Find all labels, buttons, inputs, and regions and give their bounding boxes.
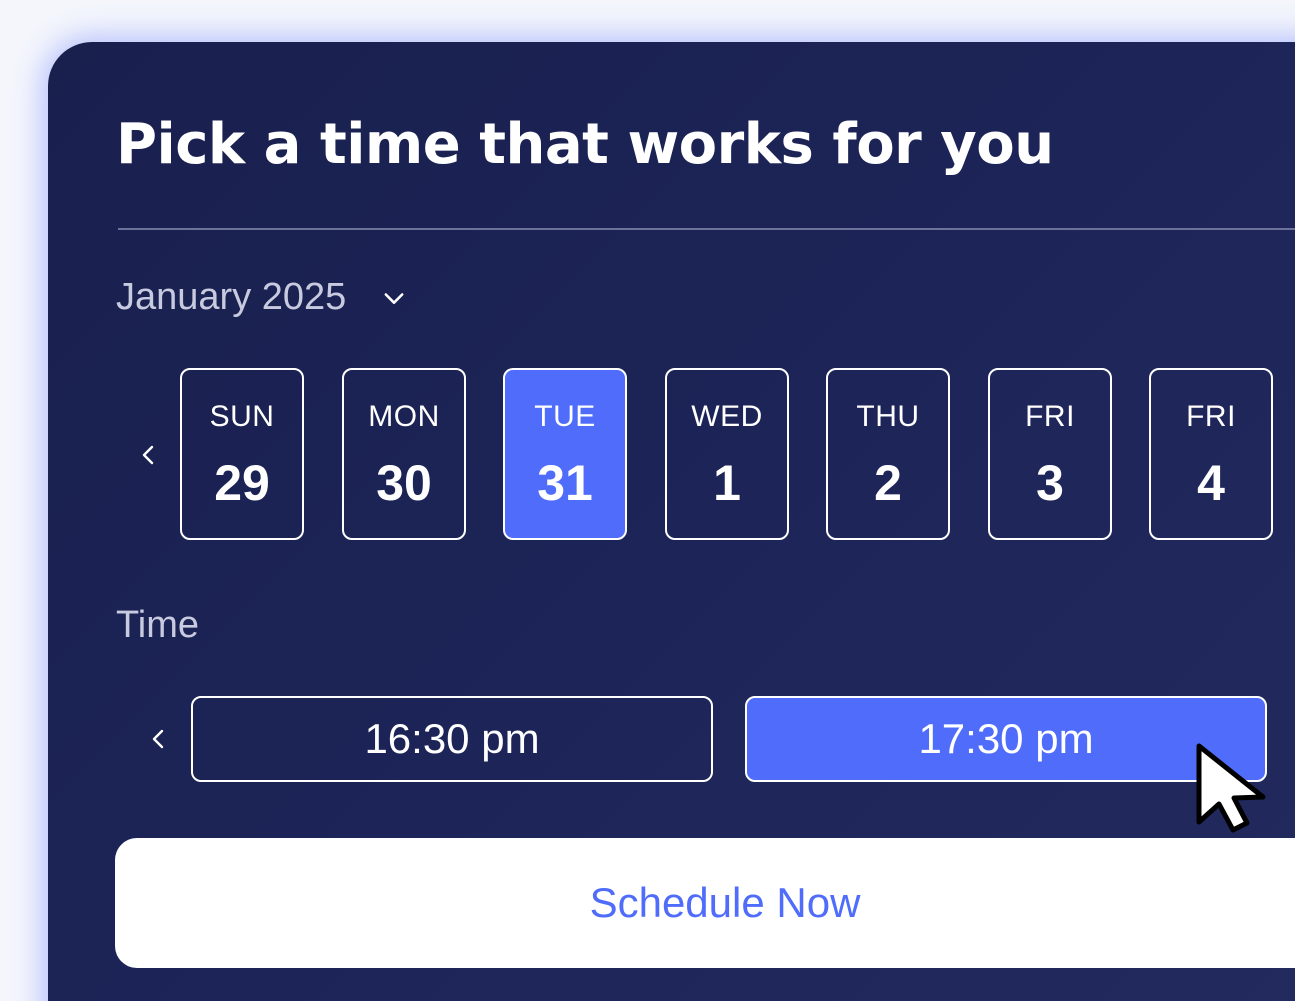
- day-name: WED: [691, 400, 763, 433]
- day-name: MON: [368, 400, 440, 433]
- chevron-left-icon: [152, 729, 164, 749]
- day-number: 2: [874, 455, 902, 511]
- time-next-button[interactable]: [1286, 724, 1295, 754]
- time-slot-selected[interactable]: 17:30 pm: [745, 696, 1267, 782]
- chevron-right-icon: [1289, 727, 1295, 751]
- day-number: 30: [376, 455, 432, 511]
- chevron-left-icon: [142, 445, 154, 465]
- schedule-now-button[interactable]: Schedule Now: [115, 838, 1295, 968]
- day-card[interactable]: FRI 3: [988, 368, 1112, 540]
- scheduler-card: Pick a time that works for you January 2…: [48, 42, 1295, 1001]
- day-card[interactable]: FRI 4: [1149, 368, 1273, 540]
- day-card-selected[interactable]: TUE 31: [503, 368, 627, 540]
- page-title: Pick a time that works for you: [116, 112, 1054, 177]
- day-name: FRI: [1025, 400, 1075, 433]
- chevron-down-icon: [384, 292, 404, 304]
- month-label: January 2025: [116, 276, 347, 318]
- day-card[interactable]: MON 30: [342, 368, 466, 540]
- day-number: 31: [537, 455, 593, 511]
- schedule-now-label: Schedule Now: [589, 879, 861, 926]
- day-number: 4: [1197, 455, 1225, 511]
- title-divider: [118, 228, 1295, 230]
- time-slot[interactable]: 16:30 pm: [191, 696, 713, 782]
- day-name: TUE: [534, 400, 596, 433]
- day-prev-button[interactable]: [134, 440, 164, 470]
- day-number: 29: [214, 455, 270, 511]
- month-selector[interactable]: January 2025: [116, 276, 408, 319]
- day-number: 1: [713, 455, 741, 511]
- day-card[interactable]: THU 2: [826, 368, 950, 540]
- day-card[interactable]: WED 1: [665, 368, 789, 540]
- time-prev-button[interactable]: [144, 724, 174, 754]
- day-name: FRI: [1186, 400, 1236, 433]
- day-name: SUN: [209, 400, 275, 433]
- time-heading: Time: [116, 604, 200, 646]
- day-name: THU: [856, 400, 920, 433]
- day-card[interactable]: SUN 29: [180, 368, 304, 540]
- day-number: 3: [1036, 455, 1064, 511]
